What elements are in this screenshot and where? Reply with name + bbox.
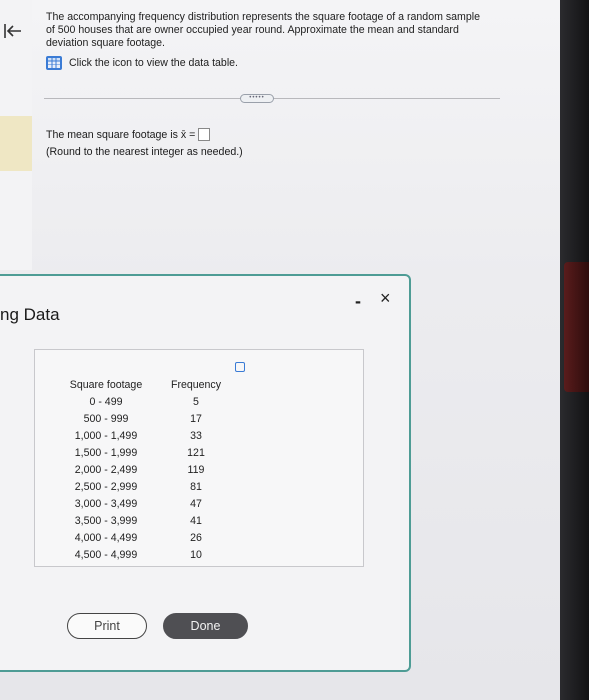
data-table-dialog: ng Data - × Square footage 0 - 499 500 -…	[0, 274, 411, 672]
table-cell: 121	[187, 447, 205, 459]
table-cell: 4,500 - 4,999	[74, 549, 138, 561]
table-cell: 26	[190, 532, 202, 544]
table-icon[interactable]	[46, 56, 62, 70]
column-header-square-footage: Square footage	[69, 379, 143, 391]
done-button[interactable]: Done	[163, 613, 248, 639]
table-cell: 47	[190, 498, 202, 510]
table-cell: 5	[193, 396, 199, 408]
frequency-column: Frequency 5 17 33 121 119 81 47 41 26 10	[166, 377, 226, 564]
expand-more-button[interactable]: •••••	[240, 94, 274, 103]
mean-answer-input[interactable]	[198, 128, 211, 141]
left-panel-highlight	[0, 116, 32, 171]
print-button[interactable]: Print	[67, 613, 147, 639]
table-cell: 10	[190, 549, 202, 561]
square-footage-column: Square footage 0 - 499 500 - 999 1,000 -…	[66, 377, 146, 564]
dialog-title: ng Data	[0, 305, 60, 324]
back-arrow-icon[interactable]	[3, 22, 23, 40]
table-cell: 0 - 499	[89, 396, 123, 408]
data-table-link[interactable]: Click the icon to view the data table.	[46, 56, 238, 70]
table-cell: 2,500 - 2,999	[74, 481, 138, 493]
bezel-highlight	[564, 262, 589, 392]
table-cell: 17	[190, 413, 202, 425]
mean-prompt-label: The mean square footage is x̄ =	[46, 128, 196, 141]
table-cell: 3,500 - 3,999	[74, 515, 138, 527]
mean-prompt: The mean square footage is x̄ =	[46, 128, 211, 141]
column-header-frequency: Frequency	[170, 379, 222, 391]
screen-bezel	[560, 0, 589, 700]
minimize-button[interactable]: -	[355, 291, 361, 312]
question-text: The accompanying frequency distribution …	[46, 11, 481, 49]
table-cell: 1,500 - 1,999	[74, 447, 138, 459]
close-button[interactable]: ×	[380, 288, 391, 309]
data-table-link-label: Click the icon to view the data table.	[69, 57, 239, 69]
table-cell: 119	[187, 464, 205, 476]
table-cell: 3,000 - 3,499	[74, 498, 138, 510]
table-cell: 41	[190, 515, 202, 527]
table-cell: 4,000 - 4,499	[74, 532, 138, 544]
table-cell: 33	[190, 430, 202, 442]
table-cell: 500 - 999	[83, 413, 129, 425]
rounding-note: (Round to the nearest integer as needed.…	[46, 146, 243, 158]
table-cell: 1,000 - 1,499	[74, 430, 138, 442]
table-cell: 2,000 - 2,499	[74, 464, 138, 476]
table-cell: 81	[190, 481, 202, 493]
copy-icon[interactable]	[235, 362, 245, 372]
